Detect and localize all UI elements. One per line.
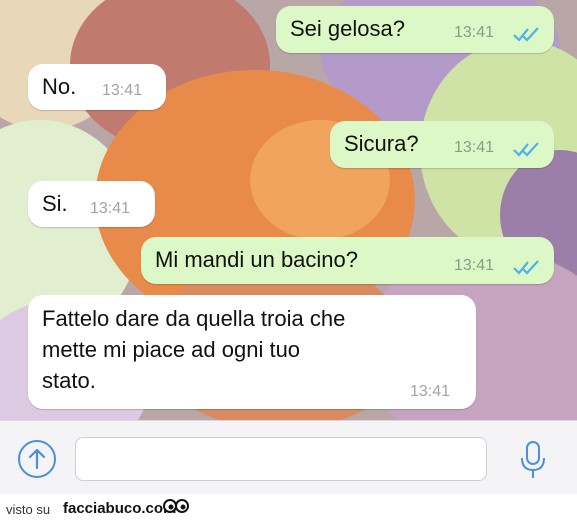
message-bubble-incoming[interactable]: Fattelo dare da quella troia che mette m… xyxy=(28,295,476,409)
message-text-block: Fattelo dare da quella troia che mette m… xyxy=(42,303,345,396)
read-double-check-icon xyxy=(513,27,539,42)
microphone-icon[interactable] xyxy=(518,439,548,481)
message-text: No. xyxy=(42,74,77,99)
message-text-line: stato. xyxy=(42,368,96,393)
message-time: 13:41 xyxy=(454,139,495,156)
message-bubble-outgoing[interactable]: Sei gelosa? 13:41 xyxy=(276,6,554,53)
message-text: Sei gelosa? xyxy=(290,16,405,41)
watermark-footer: visto su facciabuco.com xyxy=(0,494,577,524)
message-time: 13:41 xyxy=(454,257,495,274)
read-double-check-icon xyxy=(513,142,539,157)
arrow-up-circle-icon xyxy=(28,448,46,470)
message-composer xyxy=(0,420,577,495)
message-text: Sicura? xyxy=(344,131,419,156)
message-time: 13:41 xyxy=(454,24,495,41)
message-time: 13:41 xyxy=(90,200,131,217)
read-double-check-icon xyxy=(513,260,539,275)
visto-su-label: visto su xyxy=(6,502,51,517)
message-text: Si. xyxy=(42,191,68,216)
attach-button[interactable] xyxy=(18,440,56,478)
message-bubble-incoming[interactable]: No. 13:41 xyxy=(28,64,166,110)
message-time: 13:41 xyxy=(410,383,451,400)
message-time: 13:41 xyxy=(102,82,143,99)
message-text-line: mette mi piace ad ogni tuo xyxy=(42,337,301,362)
eyes-logo-icon xyxy=(163,499,189,513)
message-text-line: Fattelo dare da quella troia che xyxy=(42,306,346,331)
site-brand: facciabuco.com xyxy=(63,500,177,517)
message-bubble-incoming[interactable]: Si. 13:41 xyxy=(28,181,155,227)
message-bubble-outgoing[interactable]: Mi mandi un bacino? 13:41 xyxy=(141,237,554,284)
message-text: Mi mandi un bacino? xyxy=(155,247,359,272)
message-input[interactable] xyxy=(75,437,487,481)
message-bubble-outgoing[interactable]: Sicura? 13:41 xyxy=(330,121,554,168)
